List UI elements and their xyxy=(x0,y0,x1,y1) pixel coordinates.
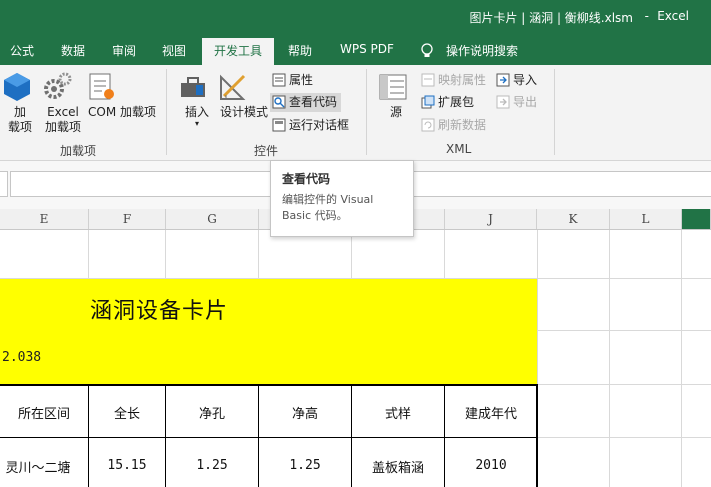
column-header-f[interactable]: F xyxy=(89,209,166,229)
com-addins-button[interactable]: COM 加载项 xyxy=(86,71,158,120)
column-header-g[interactable]: G xyxy=(166,209,259,229)
tab-developer[interactable]: 开发工具 xyxy=(202,38,275,65)
properties-icon xyxy=(272,73,286,87)
title-separator: - xyxy=(644,9,649,23)
expansion-packs-icon xyxy=(421,95,435,109)
app-name: Excel xyxy=(657,9,689,23)
design-mode-label: 设计模式 xyxy=(219,105,268,119)
name-box[interactable] xyxy=(0,171,8,197)
xml-source-button[interactable]: 源 xyxy=(378,71,414,120)
run-dialog-button[interactable]: 运行对话框 xyxy=(272,116,349,135)
tab-help[interactable]: 帮助 xyxy=(288,42,312,59)
tab-formulas[interactable]: 公式 xyxy=(10,42,34,59)
table-cell[interactable]: 1.25 xyxy=(166,458,258,473)
export-label: 导出 xyxy=(513,95,538,109)
tell-me-search[interactable]: 操作说明搜索 xyxy=(446,42,518,59)
table-border xyxy=(0,437,538,438)
design-mode-button[interactable]: 设计模式 xyxy=(218,71,270,120)
chevron-down-icon: ▾ xyxy=(194,119,199,128)
xml-source-icon xyxy=(378,71,414,103)
table-cell[interactable]: 1.25 xyxy=(259,458,351,473)
view-code-label: 查看代码 xyxy=(289,95,338,109)
table-cell[interactable]: 盖板箱涵 xyxy=(352,457,444,476)
lightbulb-icon xyxy=(420,43,434,59)
table-cell[interactable]: 2010 xyxy=(445,458,537,473)
excel-addins-label: Excel 加载项 xyxy=(44,105,81,134)
map-properties-button[interactable]: 映射属性 xyxy=(421,71,486,90)
refresh-data-label: 刷新数据 xyxy=(438,118,487,132)
card-title: 涵洞设备卡片 xyxy=(90,299,229,324)
map-properties-label: 映射属性 xyxy=(438,73,487,87)
column-header-m[interactable] xyxy=(682,209,711,229)
table-header-cell[interactable]: 建成年代 xyxy=(445,403,537,422)
expansion-packs-label: 扩展包 xyxy=(438,95,475,109)
group-divider xyxy=(554,69,555,155)
xml-source-label: 源 xyxy=(389,105,402,119)
tooltip-title: 查看代码 xyxy=(282,172,331,186)
properties-button[interactable]: 属性 xyxy=(272,71,313,90)
tooltip-body: 编辑控件的 Visual Basic 代码。 xyxy=(282,193,374,222)
gridline xyxy=(537,384,711,385)
refresh-data-button[interactable]: 刷新数据 xyxy=(421,116,486,135)
column-header-j[interactable]: J xyxy=(445,209,537,229)
table-cell[interactable]: 灵川～二塘 xyxy=(0,457,82,476)
table-cell[interactable]: 15.15 xyxy=(89,458,165,473)
table-header-cell[interactable]: 所在区间 xyxy=(0,403,88,422)
import-button[interactable]: 导入 xyxy=(496,71,537,90)
run-dialog-label: 运行对话框 xyxy=(289,118,350,132)
export-icon xyxy=(496,95,510,109)
design-mode-icon xyxy=(218,71,270,103)
column-header-k[interactable]: K xyxy=(537,209,610,229)
addin-cube-icon xyxy=(2,71,38,103)
title-bar: 图片卡片 | 涵洞 | 衡柳线.xlsm - Excel xyxy=(0,0,711,36)
gridline xyxy=(537,437,711,438)
view-code-icon xyxy=(272,95,286,109)
excel-addins-button[interactable]: Excel 加载项 xyxy=(42,71,84,135)
addins-group-label: 加载项 xyxy=(60,144,97,158)
import-label: 导入 xyxy=(513,73,538,87)
export-button[interactable]: 导出 xyxy=(496,93,537,112)
properties-label: 属性 xyxy=(289,73,314,87)
tab-review[interactable]: 审阅 xyxy=(112,42,136,59)
card-header-fill xyxy=(0,279,537,385)
tab-data[interactable]: 数据 xyxy=(61,42,85,59)
tab-wps-pdf[interactable]: WPS PDF xyxy=(340,42,394,56)
table-header-cell[interactable]: 式样 xyxy=(352,403,444,422)
card-subtitle: 2.038 xyxy=(2,350,42,365)
table-header-cell[interactable]: 净高 xyxy=(259,403,351,422)
controls-group-label: 控件 xyxy=(254,144,279,158)
insert-control-button[interactable]: 插入 ▾ xyxy=(178,71,216,128)
gridline xyxy=(537,330,711,331)
table-header-cell[interactable]: 净孔 xyxy=(166,403,258,422)
view-code-tooltip: 查看代码 编辑控件的 Visual Basic 代码。 xyxy=(270,160,414,237)
table-header-cell[interactable]: 全长 xyxy=(89,403,165,422)
tab-view[interactable]: 视图 xyxy=(162,42,186,59)
gridline xyxy=(681,230,682,487)
addins-label: 加 载项 xyxy=(7,105,32,134)
ribbon-tabs: 公式 数据 审阅 视图 开发工具 帮助 WPS PDF 操作说明搜索 xyxy=(0,36,711,65)
insert-label: 插入 xyxy=(184,105,209,119)
view-code-button[interactable]: 查看代码 xyxy=(270,93,342,112)
ribbon: 加 载项 Excel 加载项 COM 加载项 加载项 插入 ▾ 设计模式 属性 … xyxy=(0,65,711,161)
column-header-l[interactable]: L xyxy=(610,209,682,229)
import-icon xyxy=(496,73,510,87)
com-addins-icon xyxy=(86,71,158,103)
window-title: 图片卡片 | 涵洞 | 衡柳线.xlsm xyxy=(469,11,633,25)
table-border xyxy=(0,384,538,386)
refresh-icon xyxy=(421,118,435,132)
expansion-packs-button[interactable]: 扩展包 xyxy=(421,93,474,112)
toolbox-icon xyxy=(178,71,216,103)
group-divider xyxy=(166,69,167,155)
addins-button[interactable]: 加 载项 xyxy=(2,71,38,135)
run-dialog-icon xyxy=(272,118,286,132)
xml-group-label: XML xyxy=(446,142,472,156)
gears-icon xyxy=(42,71,84,103)
com-addins-label: COM 加载项 xyxy=(88,105,156,119)
group-divider xyxy=(366,69,367,155)
column-header-e[interactable]: E xyxy=(0,209,89,229)
map-properties-icon xyxy=(421,73,435,87)
gridline xyxy=(609,230,610,487)
